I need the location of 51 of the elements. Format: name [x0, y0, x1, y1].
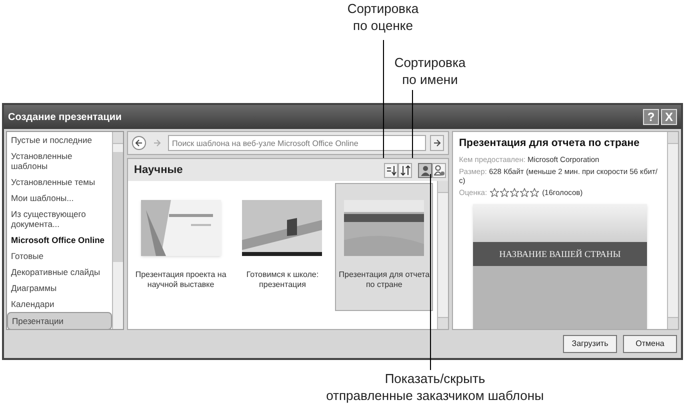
- scrollbar[interactable]: [437, 181, 448, 329]
- star-icon: [520, 188, 530, 198]
- template-tile[interactable]: Презентация для отчета по стране: [335, 183, 433, 311]
- category-item[interactable]: Установленные темы: [7, 174, 112, 190]
- sort-rating-button[interactable]: [384, 162, 398, 178]
- template-tile[interactable]: Готовимся к школе: презентация: [234, 183, 332, 311]
- star-icon: [530, 188, 540, 198]
- leader-line: [412, 90, 413, 158]
- sort-rating-icon: [386, 164, 396, 176]
- sort-name-icon: [400, 164, 410, 176]
- template-name: Презентация для отчета по стране: [338, 270, 431, 290]
- slide-title: НАЗВАНИЕ ВАШЕЙ СТРАНЫ: [499, 248, 621, 260]
- callout-label: Показать/скрыть отправленные заказчиком шаблоны: [325, 370, 545, 404]
- person-icon: [420, 164, 430, 176]
- callout-label: Сортировка по оценке: [346, 0, 420, 34]
- category-item[interactable]: Календари: [7, 296, 112, 312]
- search-field[interactable]: Поиск шаблона на веб-узле Microsoft Office Online: [168, 135, 426, 151]
- template-tile[interactable]: Презентация проекта на научной выставке: [132, 183, 230, 311]
- template-name: Презентация проекта на научной выставке: [134, 270, 228, 290]
- filter-toggle-button[interactable]: [418, 162, 432, 178]
- filter-toggle-button[interactable]: [432, 162, 446, 178]
- callout-label: Сортировка по имени: [393, 54, 467, 88]
- category-item[interactable]: Установленные шаблоны: [7, 148, 112, 174]
- category-item[interactable]: Пустые и последние: [7, 132, 112, 148]
- star-icon: [510, 188, 520, 198]
- star-icon: [500, 188, 510, 198]
- person-icon: [434, 164, 444, 176]
- template-title: Презентация для отчета по стране: [459, 136, 640, 151]
- search-go-button[interactable]: [430, 135, 444, 151]
- template-name: Готовимся к школе: презентация: [245, 270, 320, 290]
- back-button[interactable]: [132, 136, 146, 150]
- sort-name-button[interactable]: [398, 162, 412, 178]
- forward-arrow-icon: [153, 139, 161, 147]
- star-icon: [490, 188, 500, 198]
- window-title: Создание презентации: [8, 110, 122, 124]
- category-item[interactable]: Из существующего документа...: [7, 206, 112, 232]
- scrollbar[interactable]: [112, 132, 123, 329]
- arrow-icon: [433, 139, 441, 147]
- help-button[interactable]: ?: [643, 109, 659, 125]
- category-item[interactable]: Декоративные слайды: [7, 264, 112, 280]
- category-item[interactable]: Готовые: [7, 248, 112, 264]
- dialog-button[interactable]: Загрузить: [563, 335, 617, 353]
- dialog-button[interactable]: Отмена: [623, 335, 677, 353]
- back-arrow-icon: [135, 139, 143, 147]
- category-item[interactable]: Диаграммы: [7, 280, 112, 296]
- category-item[interactable]: Microsoft Office Online: [7, 232, 112, 248]
- category-item[interactable]: Мои шаблоны...: [7, 190, 112, 206]
- gallery-title: Научные: [134, 162, 183, 178]
- scrollbar[interactable]: [667, 132, 678, 329]
- category-item[interactable]: Презентации: [7, 312, 112, 329]
- close-button[interactable]: X: [661, 109, 677, 125]
